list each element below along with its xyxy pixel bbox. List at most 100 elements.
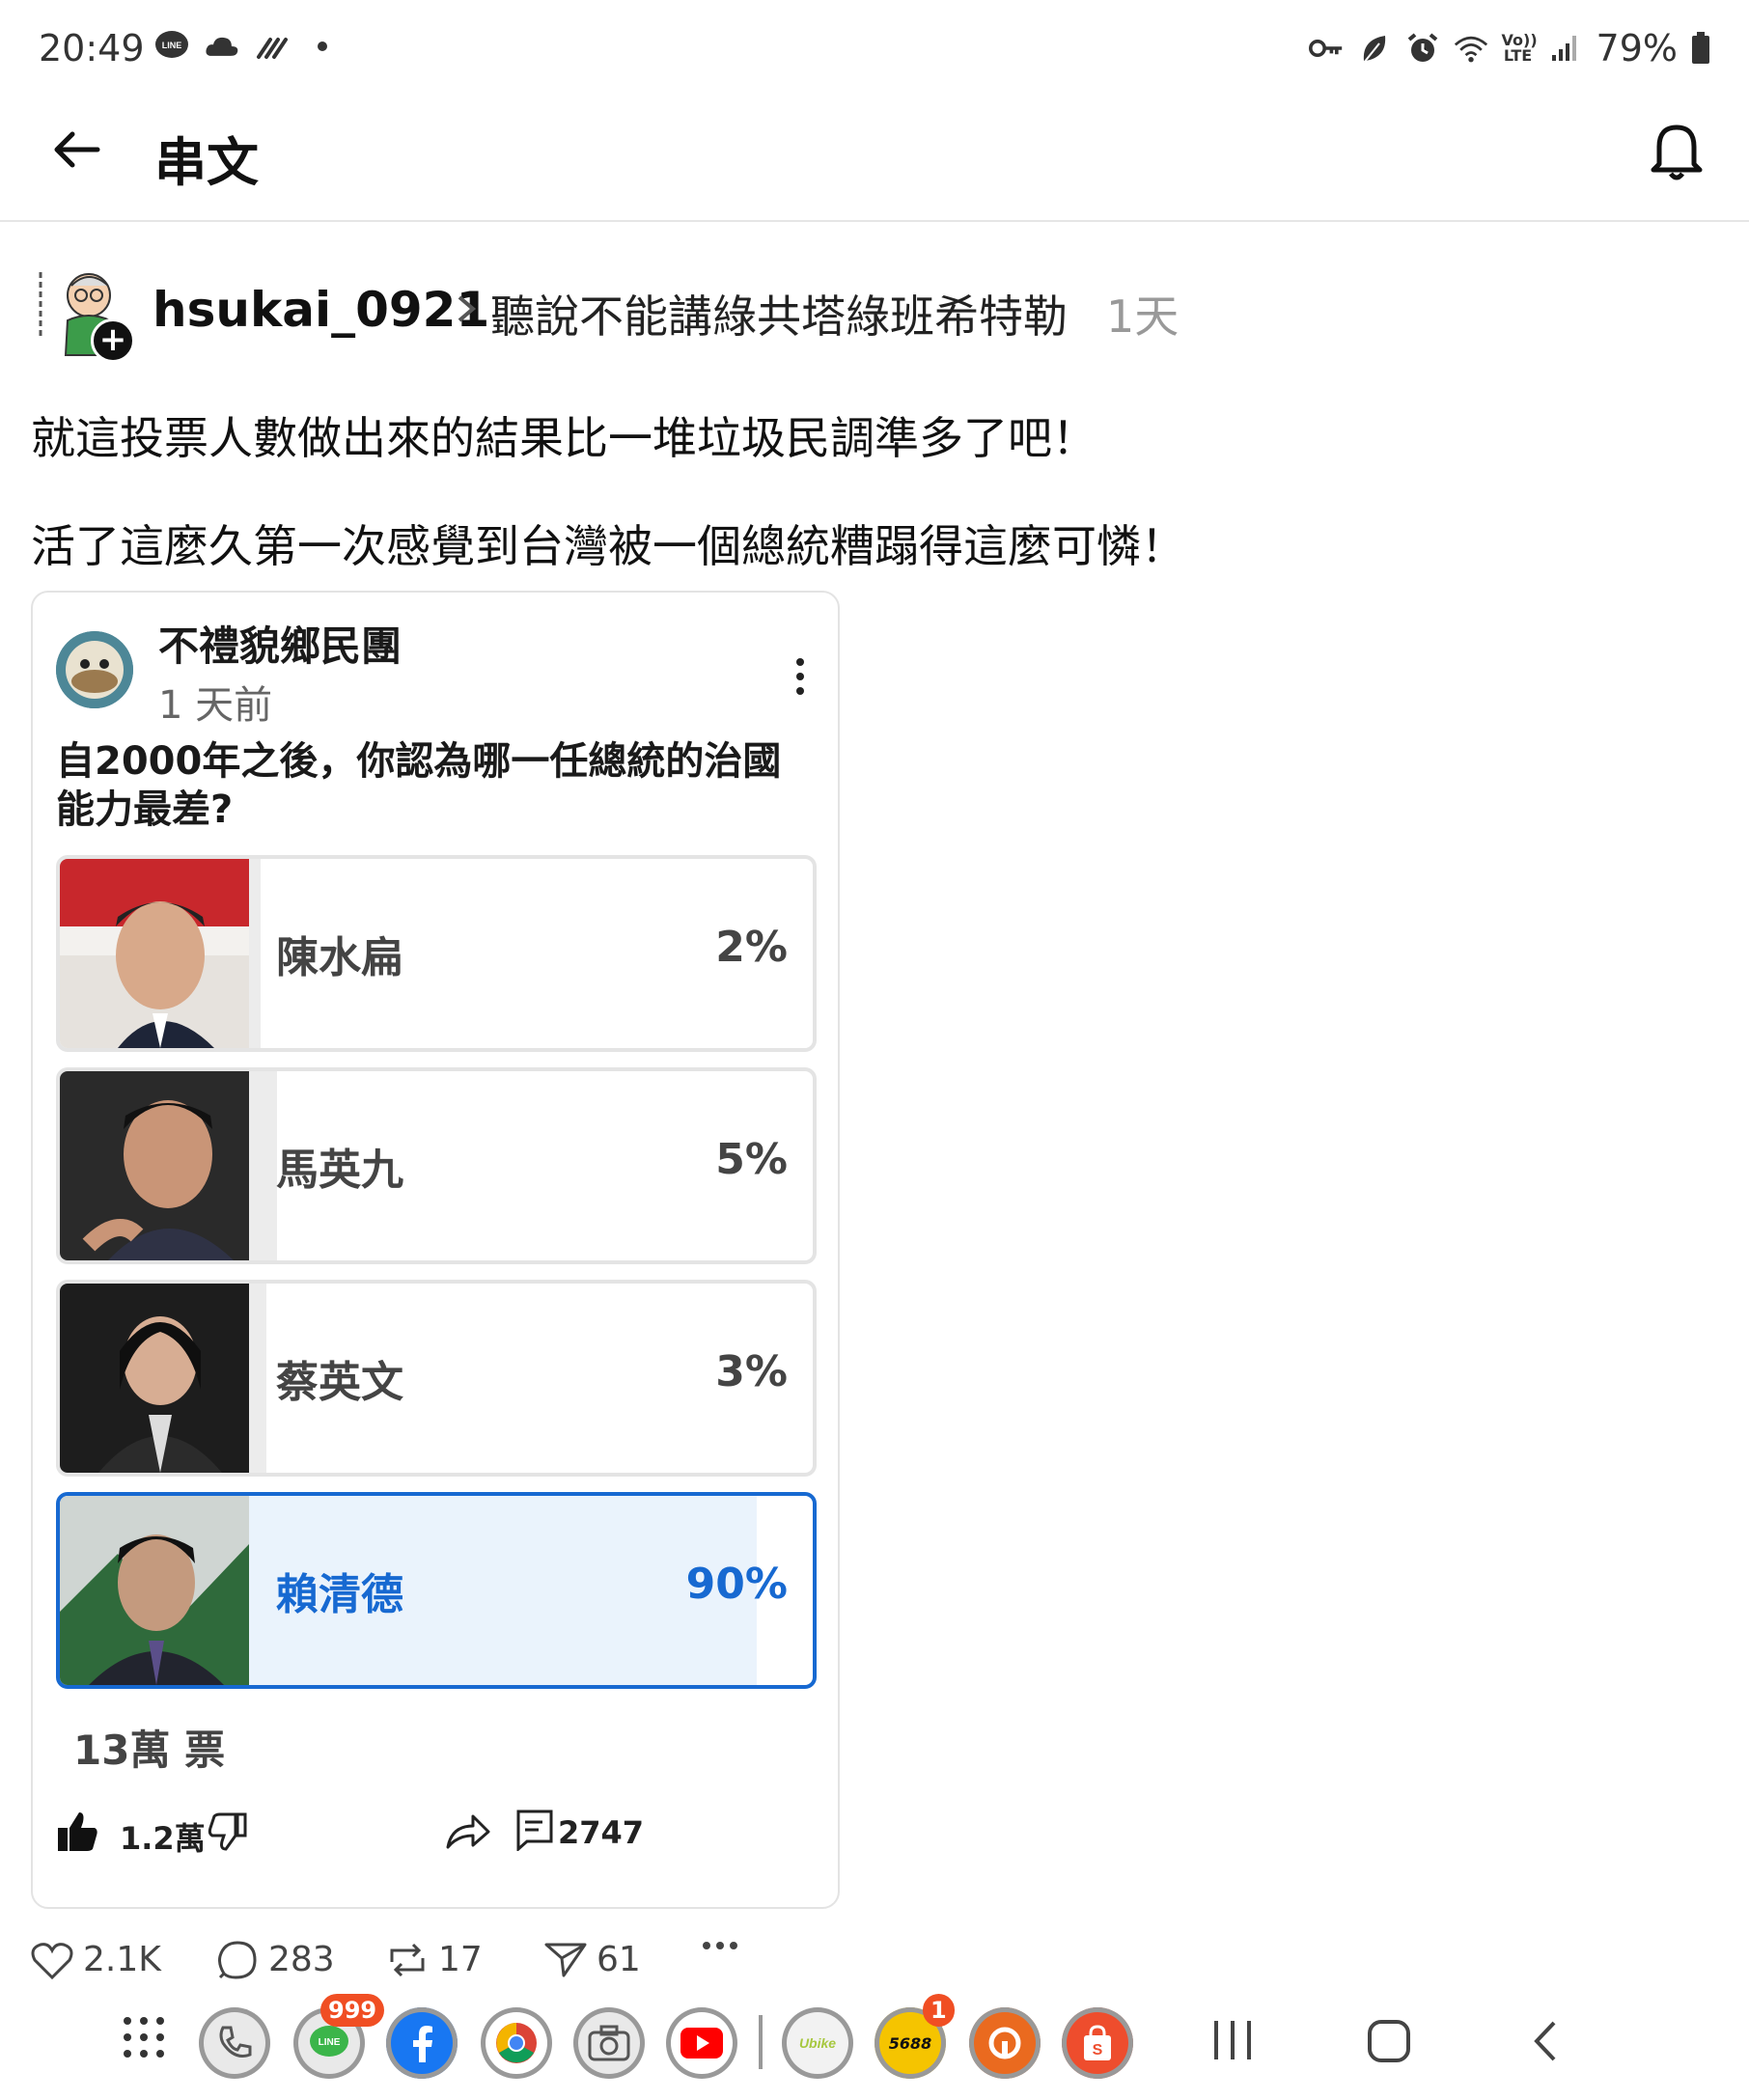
app-drawer-button[interactable] [122, 2015, 166, 2063]
taskbar: LINE 999 Ubike 5688 1 S [0, 1986, 1749, 2100]
taxi-55688-app[interactable]: 5688 1 [874, 1994, 955, 2079]
header-divider [0, 220, 1749, 222]
share-arrow-icon [446, 1812, 490, 1855]
poll-option-label: 賴清德 [276, 1570, 403, 1619]
more-options-button[interactable] [701, 1940, 739, 1951]
comment-box-icon [515, 1809, 554, 1855]
ubike-app[interactable]: Ubike [782, 2007, 853, 2079]
svg-text:Ubike: Ubike [799, 2035, 836, 2051]
recent-apps-button[interactable] [1210, 2019, 1255, 2065]
home-square-icon [1368, 2020, 1410, 2062]
vote-count: 13萬 票 [73, 1727, 226, 1774]
chevron-left-icon [1534, 2021, 1556, 2061]
status-time: 20:49 [39, 27, 145, 69]
phone-icon [219, 2026, 252, 2058]
poll-option-percent: 2% [715, 923, 788, 972]
vpn-app[interactable] [969, 2007, 1041, 2079]
recents-icon [1214, 2021, 1251, 2059]
poll-question: 自2000年之後，你認為哪一任總統的治國能力最差? [56, 739, 782, 832]
status-notification-icons: LINE [154, 29, 340, 64]
wifi-icon [1454, 31, 1488, 66]
candidate-photo [60, 859, 249, 1048]
topic-tag[interactable]: 聽說不能講綠共塔綠班希特勒 [490, 282, 1068, 345]
back-button[interactable] [48, 121, 106, 179]
vpn-key-icon [1308, 31, 1344, 66]
arrow-left-icon [54, 131, 100, 168]
svg-text:LINE: LINE [319, 2037, 341, 2048]
signal-icon [1548, 31, 1583, 66]
phone-app[interactable] [199, 2007, 270, 2079]
post-text-line-1: 就這投票人數做出來的結果比一堆垃圾民調準多了吧！ [31, 412, 1097, 464]
poll-option-label: 馬英九 [276, 1146, 403, 1195]
poll-option-fill [249, 859, 261, 1048]
shopee-app[interactable]: S [1062, 2007, 1133, 2079]
poll-option-selected: 賴清德 90% [56, 1492, 817, 1689]
poll-option-label: 蔡英文 [276, 1358, 403, 1407]
notification-bell-button[interactable] [1643, 118, 1710, 185]
card-comment-count: 2747 [558, 1814, 645, 1851]
youtube-app[interactable] [666, 2007, 737, 2079]
camera-icon [588, 2025, 630, 2061]
page-title: 串文 [154, 132, 259, 193]
taxi-app-label: 5688 [888, 2033, 932, 2053]
chevron-right-icon [452, 290, 481, 328]
facebook-app[interactable] [386, 2007, 458, 2079]
poll-option-percent: 90% [685, 1560, 788, 1609]
shopping-bag-icon: S [1084, 2025, 1111, 2060]
post-time: 1天 [1106, 290, 1180, 343]
candidate-photo [60, 1071, 249, 1260]
poll-option-percent: 3% [715, 1347, 788, 1396]
like-button[interactable]: 2.1K [31, 1940, 161, 1979]
candidate-photo [60, 1284, 249, 1473]
repost-count: 17 [438, 1940, 483, 1979]
line-app[interactable]: LINE 999 [293, 1994, 385, 2079]
poll-option: 蔡英文 3% [56, 1280, 817, 1477]
dot-icon [305, 29, 340, 64]
post-text-line-2: 活了這麼久第一次感覺到台灣被一個總統糟蹋得這麼可憐！ [31, 520, 1185, 572]
bell-icon [1651, 124, 1703, 180]
volte-label: Vo)) LTE [1501, 31, 1538, 65]
comment-count: 283 [268, 1940, 335, 1979]
thumbs-down-icon [207, 1812, 249, 1857]
poll-option: 馬英九 5% [56, 1067, 817, 1264]
more-vertical-icon [793, 652, 807, 701]
repost-button[interactable]: 17 [386, 1940, 483, 1979]
poll-option-fill [249, 1071, 277, 1260]
like-count: 2.1K [83, 1940, 161, 1979]
taxi-app-badge: 1 [923, 1994, 955, 2027]
comment-button[interactable]: 283 [216, 1940, 335, 1979]
username[interactable]: hsukai_0921 [153, 282, 489, 338]
svg-text:LINE: LINE [162, 41, 182, 50]
svg-text:S: S [1093, 2042, 1103, 2059]
repost-icon [390, 1943, 425, 1976]
line-notification-icon: LINE [154, 29, 189, 64]
follow-button[interactable]: + [91, 318, 135, 363]
card-author-name: 不禮貌鄉民團 [158, 622, 403, 670]
line-icon: LINE [310, 2026, 348, 2057]
system-back-button[interactable] [1531, 2019, 1560, 2067]
facebook-icon [413, 2026, 432, 2062]
alarm-icon [1405, 31, 1440, 66]
vpn-lock-icon [988, 2027, 1021, 2059]
home-button[interactable] [1367, 2019, 1411, 2067]
grid-icon [124, 2017, 164, 2058]
cloud-icon [205, 29, 239, 64]
send-button[interactable]: 61 [544, 1940, 641, 1979]
embedded-poll-screenshot[interactable]: 不禮貌鄉民團 1 天前 自2000年之後，你認為哪一任總統的治國能力最差? 陳水… [31, 591, 840, 1909]
poll-option: 陳水扁 2% [56, 855, 817, 1052]
line-badge: 999 [320, 1994, 385, 2027]
chrome-app[interactable] [481, 2007, 552, 2079]
youtube-icon [680, 2028, 723, 2059]
card-like-count: 1.2萬 [120, 1820, 206, 1857]
card-time: 1 天前 [158, 683, 273, 728]
card-action-bar: 1.2萬 2747 [56, 1803, 819, 1861]
poll-option-percent: 5% [715, 1135, 788, 1184]
data-saver-icon [255, 29, 290, 64]
camera-app[interactable] [573, 2007, 645, 2079]
poll-option-label: 陳水扁 [276, 933, 403, 982]
chrome-icon [496, 2023, 537, 2063]
card-author-avatar [56, 631, 133, 708]
battery-percent: 79% [1596, 27, 1678, 69]
send-icon [544, 1943, 587, 1976]
share-count: 61 [597, 1940, 641, 1979]
